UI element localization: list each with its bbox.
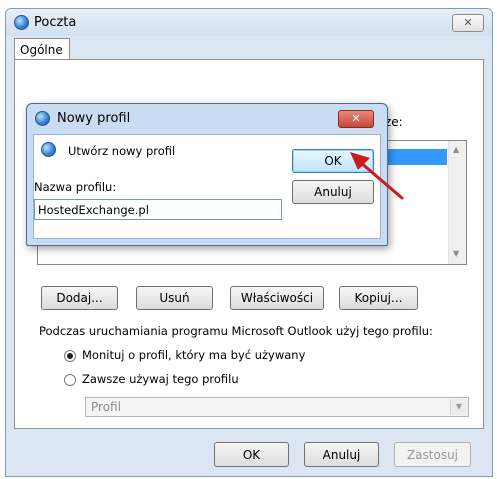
dialog-close-icon[interactable]: ✕ [338, 110, 374, 128]
profile-select-value: Profil [91, 400, 121, 414]
title-bar: Poczta ✕ [6, 9, 492, 36]
footer-cancel-button[interactable]: Anuluj [304, 442, 379, 467]
annotation-arrow [350, 152, 404, 200]
dialog-mail-icon [35, 111, 50, 126]
dialog-title-bar: Nowy profil ✕ [27, 104, 387, 132]
add-profile-button[interactable]: Dodaj... [41, 286, 118, 310]
dialog-body: Utwórz nowy profil Nazwa profilu: OK Anu… [33, 134, 381, 239]
remove-profile-button[interactable]: Usuń [136, 286, 213, 310]
close-icon[interactable]: ✕ [452, 14, 484, 32]
profile-globe-icon [41, 142, 56, 157]
tab-general-label: Ogólne [20, 43, 63, 57]
mail-icon [14, 15, 29, 30]
footer-apply-button[interactable]: Zastosuj [394, 442, 471, 467]
window-title: Poczta [34, 15, 77, 30]
scroll-up-icon[interactable]: ▲ [453, 145, 459, 154]
new-profile-dialog: Nowy profil ✕ Utwórz nowy profil Nazwa p… [26, 103, 388, 246]
profile-name-label: Nazwa profilu: [34, 180, 117, 194]
dialog-title: Nowy profil [57, 111, 131, 126]
radio-always-use-profile-label[interactable]: Zawsze używaj tego profilu [82, 372, 239, 386]
radio-prompt-profile[interactable] [64, 350, 76, 362]
footer-ok-button[interactable]: OK [214, 442, 289, 467]
radio-always-use-profile[interactable] [64, 374, 76, 386]
startup-profile-label: Podczas uruchamiania programu Microsoft … [39, 324, 433, 338]
radio-prompt-profile-label[interactable]: Monituj o profil, który ma być używany [82, 348, 305, 362]
list-scrollbar[interactable]: ▲ ▼ [448, 141, 466, 264]
profile-select: Profil ▼ [85, 397, 469, 417]
dialog-prompt: Utwórz nowy profil [68, 144, 176, 158]
copy-profile-button[interactable]: Kopiuj... [339, 286, 418, 310]
profile-name-input[interactable] [34, 199, 282, 220]
scroll-down-icon[interactable]: ▼ [453, 249, 459, 258]
dropdown-arrow-icon: ▼ [450, 399, 467, 415]
properties-button[interactable]: Właściwości [230, 286, 324, 310]
tab-general[interactable]: Ogólne [14, 38, 70, 60]
